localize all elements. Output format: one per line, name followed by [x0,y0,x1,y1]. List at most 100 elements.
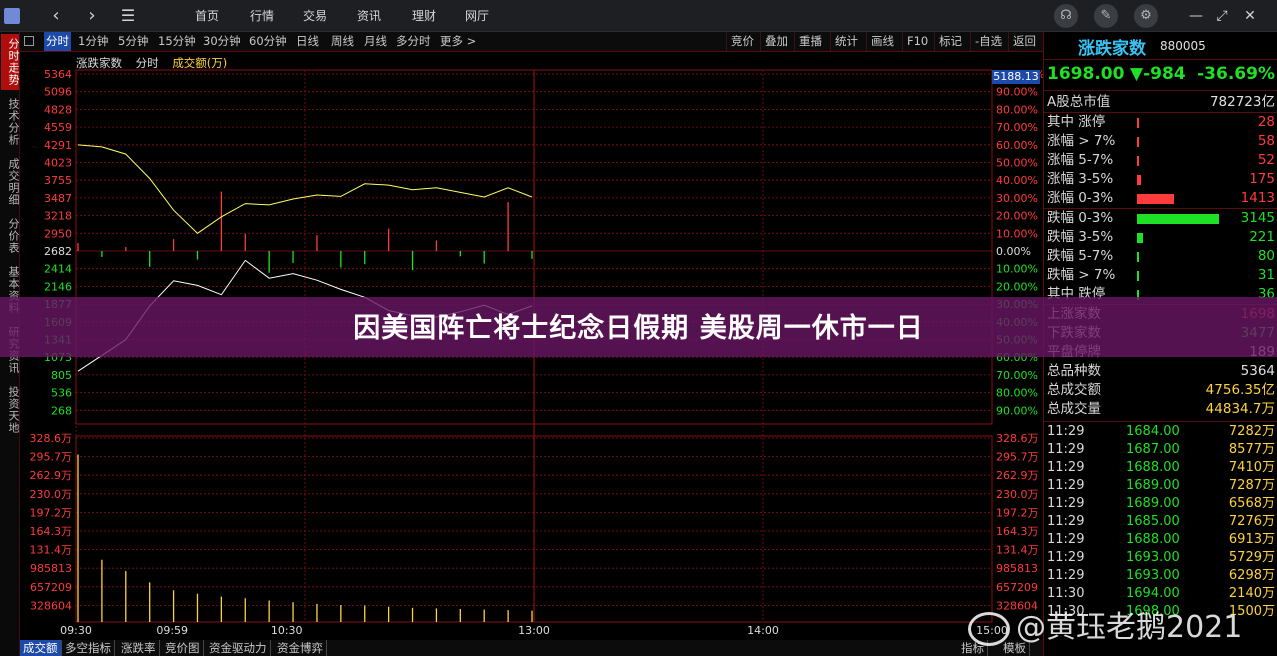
tab-technical[interactable]: 技术分析 [1,94,20,150]
y-left-tick: 4828 [44,103,72,116]
app-logo-icon[interactable] [4,8,20,24]
stat-row: A股总市值 782723亿 [1044,93,1277,112]
tab-intraday[interactable]: 分时走势 [1,34,20,90]
btn-f10[interactable]: F10 [902,32,928,51]
index-name: 涨跌家数 [1078,39,1146,59]
btn-replay[interactable]: 重播 [794,32,822,51]
tick-volume: 7287万 [1228,478,1275,493]
y-left-tick: 3487 [44,192,72,205]
stat-label: 跌幅 > 7% [1047,267,1116,283]
maximize-button[interactable]: ⤢ [1212,4,1232,28]
close-button[interactable]: ✕ [1240,4,1260,28]
back-button[interactable]: ‹ [44,4,68,28]
tab-turnover[interactable]: 成交额 [20,640,62,656]
btn-overlay[interactable]: 叠加 [760,32,788,51]
stat-row: 涨幅 5-7% 52 [1044,151,1277,170]
stat-value: 80 [1257,248,1275,264]
stat-bar [1137,137,1139,147]
chart-legend: 涨跌家数 分时 成交额(万) [76,55,237,71]
wrench-icon[interactable]: ✎ [1094,4,1118,28]
tick-row: 11:30 1694.00 2140万 [1044,585,1277,603]
period-toolbar: 分时 1分钟 5分钟 15分钟 30分钟 60分钟 日线 周线 月线 多分时 更… [20,32,1043,52]
period-30min[interactable]: 30分钟 [203,32,241,51]
menu-online-hall[interactable]: 网厅 [465,0,489,32]
period-monthly[interactable]: 月线 [364,32,387,51]
tab-invest[interactable]: 投资天地 [1,382,20,438]
top-toolbar: ‹ › ☰ 首页 行情 交易 资讯 理财 网厅 ☊ ✎ ⚙ — ⤢ ✕ [0,0,1277,32]
tick-time: 11:29 [1047,424,1085,439]
tick-price: 1687.00 [1126,442,1180,457]
y-left-tick: 3755 [44,174,72,187]
stat-bar [1137,118,1139,128]
stat-value: 44834.7万 [1205,401,1275,417]
last-value-tag: 5188.13 [992,70,1040,84]
price-change: ▼-984 [1130,64,1186,84]
headset-icon[interactable]: ☊ [1054,4,1078,28]
period-multi-intraday[interactable]: 多分时 [396,32,431,51]
period-5min[interactable]: 5分钟 [118,32,148,51]
y-right-tick: 80.00% [996,103,1038,116]
tab-rise-fall-rate[interactable]: 涨跌率 [118,640,160,656]
btn-return[interactable]: 返回 [1008,32,1036,51]
y-right-tick: 50.00% [996,157,1038,170]
btn-draw[interactable]: 画线 [866,32,894,51]
menu-finance[interactable]: 理财 [412,0,436,32]
gear-icon[interactable]: ⚙ [1134,4,1158,28]
tab-price-table[interactable]: 分价表 [1,214,20,258]
period-intraday[interactable]: 分时 [44,32,71,51]
btn-watchlist-remove[interactable]: -自选 [970,32,1002,51]
stat-value: 3145 [1240,210,1275,226]
tick-price: 1693.00 [1126,550,1180,565]
tick-volume: 7276万 [1228,514,1275,529]
grid-icon[interactable] [24,36,34,46]
stat-bar [1137,252,1139,262]
menu-news[interactable]: 资讯 [357,0,381,32]
x-tick: 14:00 [747,624,779,637]
stat-row: 涨幅 0-3% 1413 [1044,189,1277,208]
volume-tick-left: 328604 [30,599,72,612]
stat-label: 跌幅 3-5% [1047,229,1114,245]
tab-fund-drive[interactable]: 资金驱动力 [206,640,271,656]
btn-mark[interactable]: 标记 [934,32,962,51]
y-left-tick: 536 [51,387,72,400]
y-left-tick: 2950 [44,227,72,240]
stat-value: 175 [1249,171,1275,187]
tick-time: 11:29 [1047,568,1085,583]
tab-fund-game[interactable]: 资金博弈 [274,640,327,656]
tab-long-short[interactable]: 多空指标 [62,640,115,656]
tick-time: 11:29 [1047,514,1085,529]
stat-value: 782723亿 [1209,94,1275,110]
y-right-tick: 0.00% [996,245,1031,258]
period-daily[interactable]: 日线 [296,32,319,51]
stat-label: 总成交量 [1047,401,1101,417]
stat-label: 涨幅 3-5% [1047,171,1114,187]
volume-tick-left: 262.9万 [30,469,73,482]
forward-button[interactable]: › [80,4,104,28]
y-right-tick: 70.00% [996,121,1038,134]
period-15min[interactable]: 15分钟 [158,32,196,51]
period-1min[interactable]: 1分钟 [78,32,108,51]
y-left-tick: 5096 [44,86,72,99]
btn-stats[interactable]: 统计 [830,32,858,51]
tick-time: 11:29 [1047,442,1085,457]
menu-home[interactable]: 首页 [195,0,219,32]
tab-auction-chart[interactable]: 竞价图 [162,640,204,656]
stat-bar [1137,156,1139,166]
menu-trade[interactable]: 交易 [303,0,327,32]
tab-trade-detail[interactable]: 成交明细 [1,154,20,210]
y-right-tick: 60.00% [996,139,1038,152]
volume-tick-right: 985813 [996,562,1038,575]
period-more[interactable]: 更多 > [440,32,476,51]
menu-icon[interactable]: ☰ [116,4,140,28]
y-right-tick: 90.00% [996,86,1038,99]
minimize-button[interactable]: — [1186,4,1206,28]
period-weekly[interactable]: 周线 [331,32,354,51]
volume-tick-right: 230.0万 [996,488,1039,501]
legend-name: 涨跌家数 [76,56,122,70]
btn-auction[interactable]: 竞价 [726,32,754,51]
tick-price: 1685.00 [1126,514,1180,529]
stat-value: 5364 [1240,363,1275,379]
menu-quotes[interactable]: 行情 [250,0,274,32]
period-60min[interactable]: 60分钟 [249,32,287,51]
volume-tick-left: 295.7万 [30,451,73,464]
